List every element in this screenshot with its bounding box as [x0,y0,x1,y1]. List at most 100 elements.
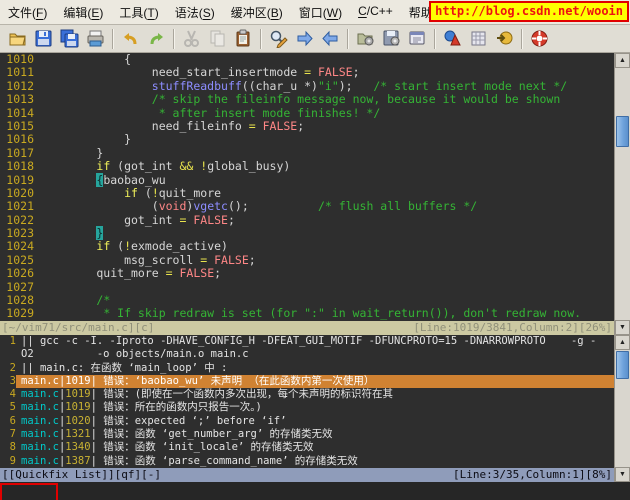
quickfix-row[interactable]: 1 || gcc -c -I. -Iproto -DHAVE_CONFIG_H -… [0,335,614,348]
code-editor-window[interactable]: 1010 {1011 need_start_insertmode = FALSE… [0,53,614,321]
quickfix-row[interactable]: O2 -o objects/main.o main.c [0,348,614,361]
code-line[interactable]: 1020 if (!quit_more [0,186,614,200]
gvim-window: 文件(F) 编辑(E) 工具(T) 语法(S) 缓冲区(B) 窗口(W) C/C++ 帮助(H… [0,0,630,500]
statusline-ruler: [Line:1019/3841,Column:2][26%] [413,321,612,334]
quickfix-row[interactable]: 2 || main.c: 在函数 ‘main_loop’ 中 : [0,362,614,375]
quickfix-text: main.c|1340| 错误：函数 ‘init_locale’ 的存储类无效 [21,441,314,454]
code-line[interactable]: 1010 { [0,53,614,66]
code-line[interactable]: 1018 if (got_int && !global_busy) [0,159,614,174]
menu-item-2[interactable]: 工具(T) [111,1,166,24]
code-line[interactable]: 1025 msg_scroll = FALSE; [0,252,614,267]
line-number: 1011 [6,65,34,80]
code-line[interactable]: 1015 need_fileinfo = FALSE; [0,118,614,133]
save-all-button[interactable] [56,27,82,51]
code-line[interactable]: 1026 quit_more = FALSE; [0,266,614,280]
undo-button[interactable] [117,27,143,51]
find-prev-button[interactable] [317,27,343,51]
menu-item-5[interactable]: 窗口(W) [291,1,350,24]
code-line[interactable]: 1029 * If skip redraw is set (for ":" in… [0,306,614,321]
find-prev-icon [321,29,340,48]
load-session-button[interactable] [352,27,378,51]
code-text: stuffReadbuff((char_u *)"i"); /* start i… [151,78,568,93]
code-line[interactable]: 1019 {baobao_wu [0,172,614,187]
code-line[interactable]: 1014 * after insert mode finishes! */ [0,106,614,120]
code-line[interactable]: 1027 [0,280,614,294]
code-scrollbar[interactable]: ▲ ▼ [614,53,630,335]
quickfix-text: || main.c: 在函数 ‘main_loop’ 中 : [21,361,228,374]
code-line[interactable]: 1022 got_int = FALSE; [0,212,614,227]
find-next-button[interactable] [291,27,317,51]
make-button[interactable] [439,27,465,51]
line-number: 1010 [6,53,34,66]
code-text: * If skip redraw is set (for ":" in wait… [103,306,582,321]
run-ctags-button[interactable] [465,27,491,51]
quickfix-row[interactable]: 6 main.c|1020| 错误：expected ‘;’ before ‘if… [0,415,614,428]
menu-item-4[interactable]: 缓冲区(B) [223,1,291,24]
scroll-down-icon[interactable]: ▼ [615,320,630,335]
quickfix-row[interactable]: 8 main.c|1340| 错误：函数 ‘init_locale’ 的存储类无效 [0,441,614,454]
tag-jump-button[interactable] [491,27,517,51]
quickfix-line-number: 6 [9,414,16,427]
code-text: /* skip the fileinfo message now, becaus… [151,92,561,107]
quickfix-row-selected[interactable]: 3 main.c|1019| 错误：‘baobao_wu’ 未声明 （在此函数内第… [0,374,614,389]
code-line[interactable]: 1024 if (!exmode_active) [0,239,614,254]
line-number: 1028 [6,293,34,308]
menu-item-6[interactable]: C/C++ [350,1,401,24]
code-scrollbar-thumb[interactable] [616,116,629,147]
find-replace-button[interactable] [265,27,291,51]
quickfix-row[interactable]: 7 main.c|1321| 错误：函数 ‘get_number_arg’ 的存储… [0,428,614,441]
print-button[interactable] [82,27,108,51]
code-text: got_int = FALSE; [41,212,235,227]
save-all-icon [60,29,79,48]
paste-button[interactable] [230,27,256,51]
line-number: 1024 [6,239,34,254]
vim-command-line[interactable]: :cw [0,482,630,500]
code-text: } [41,132,132,147]
find-next-icon [295,29,314,48]
line-number: 1022 [6,212,34,227]
cut-button[interactable] [178,27,204,51]
menu-item-0[interactable]: 文件(F) [0,1,55,24]
code-line[interactable]: 1016 } [0,132,614,147]
save-session-button[interactable] [378,27,404,51]
line-number: 1025 [6,252,34,267]
quickfix-row[interactable]: 4 main.c|1019| 错误：(即使在一个函数内多次出现，每个未声明的标识符… [0,388,614,401]
code-line[interactable]: 1017 } [0,146,614,160]
url-annotation-badge: http://blog.csdn.net/wooin [429,1,629,22]
scroll-up-icon[interactable]: ▲ [615,53,630,68]
redo-button[interactable] [143,27,169,51]
scroll-up-icon[interactable]: ▲ [615,335,630,350]
code-text: /* [96,293,111,308]
code-line[interactable]: 1021 (void)vgetc(); /* flush all buffers… [0,199,614,213]
quickfix-window[interactable]: 1 || gcc -c -I. -Iproto -DHAVE_CONFIG_H -… [0,335,614,468]
toolbar-separator [434,28,435,49]
quickfix-line-number: 8 [9,441,16,454]
menu-item-3[interactable]: 语法(S) [167,1,223,24]
help-button[interactable] [526,27,552,51]
tag-jump-icon [495,29,514,48]
code-text: need_fileinfo = FALSE; [41,118,305,133]
cut-icon [182,29,201,48]
statusline-main-c: [~/vim71/src/main.c][c] [Line:1019/3841,… [0,321,614,335]
code-line[interactable]: 1011 need_start_insertmode = FALSE; [0,65,614,80]
copy-button[interactable] [204,27,230,51]
menu-item-1[interactable]: 编辑(E) [55,1,111,24]
save-button[interactable] [30,27,56,51]
code-line[interactable]: 1013 /* skip the fileinfo message now, b… [0,92,614,107]
quickfix-text: main.c|1321| 错误：函数 ‘get_number_arg’ 的存储类… [21,428,333,441]
quickfix-line-number: 7 [9,428,16,441]
code-line[interactable]: 1028 /* [0,293,614,308]
statusline-quickfix: [[Quickfix List]][qf][-] [Line:3/35,Colu… [0,468,614,482]
line-number: 1018 [6,159,34,174]
quickfix-row[interactable]: 9 main.c|1387| 错误：函数 ‘parse_command_name’… [0,455,614,468]
run-script-button[interactable] [404,27,430,51]
open-button[interactable] [4,27,30,51]
line-number: 1019 [6,172,34,187]
quickfix-scrollbar-thumb[interactable] [616,351,629,379]
scroll-down-icon[interactable]: ▼ [615,467,630,482]
code-line[interactable]: 1023 } [0,226,614,241]
quickfix-row[interactable]: 5 main.c|1019| 错误：所在的函数内只报告一次。) [0,401,614,414]
toolbar-separator [173,28,174,49]
quickfix-scrollbar[interactable]: ▲ ▼ [614,335,630,482]
code-line[interactable]: 1012 stuffReadbuff((char_u *)"i"); /* st… [0,78,614,93]
